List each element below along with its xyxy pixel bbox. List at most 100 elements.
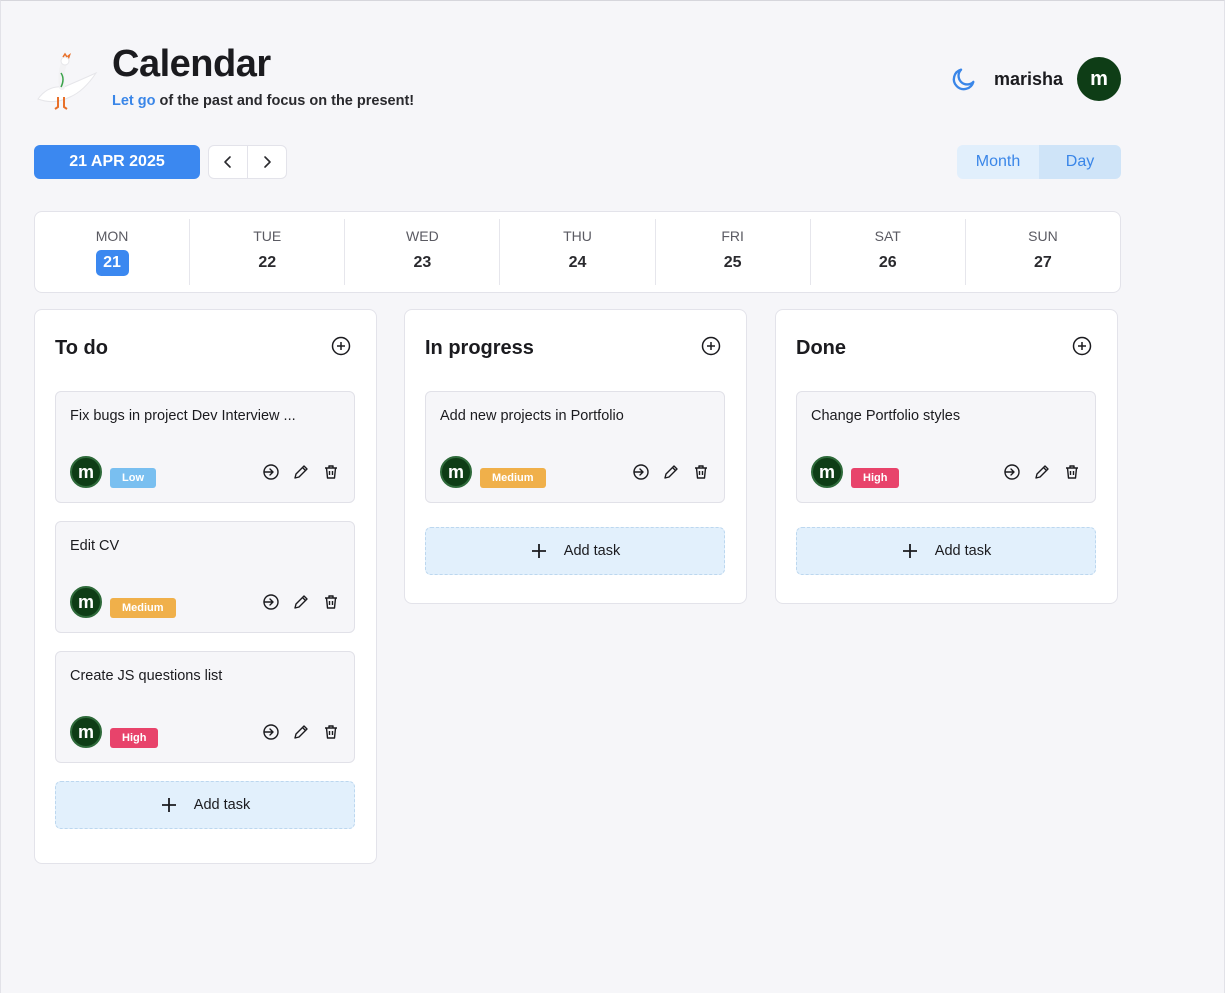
day-cell-thu[interactable]: THU 24	[499, 219, 654, 285]
priority-badge: High	[110, 728, 159, 748]
task-title: Add new projects in Portfolio	[440, 408, 624, 424]
trash-icon[interactable]	[322, 723, 340, 741]
pencil-icon[interactable]	[292, 463, 310, 481]
card-actions	[262, 593, 340, 611]
subtitle-accent: Let go	[112, 93, 156, 109]
task-card[interactable]: Fix bugs in project Dev Interview ... m …	[55, 391, 355, 503]
header: Calendar Let go of the past and focus on…	[34, 41, 1121, 121]
day-name: FRI	[721, 228, 744, 244]
trash-icon[interactable]	[692, 463, 710, 481]
goose-logo	[34, 51, 102, 113]
day-cell-fri[interactable]: FRI 25	[654, 219, 810, 285]
next-button[interactable]	[247, 146, 286, 178]
card-list: Change Portfolio styles m High Add task	[796, 391, 1096, 575]
day-number: 27	[1034, 254, 1052, 271]
task-title: Change Portfolio styles	[811, 408, 961, 424]
card-actions	[1003, 463, 1081, 481]
chevron-left-icon	[221, 155, 235, 169]
add-task-button[interactable]: Add task	[796, 527, 1096, 575]
add-task-label: Add task	[193, 797, 251, 813]
chevron-right-icon	[260, 155, 274, 169]
card-list: Fix bugs in project Dev Interview ... m …	[55, 391, 355, 829]
day-cell-sun[interactable]: SUN 27	[964, 219, 1120, 285]
move-icon[interactable]	[262, 593, 280, 611]
priority-badge: High	[851, 468, 900, 488]
day-cell-tue[interactable]: TUE 22	[189, 219, 344, 285]
task-card[interactable]: Add new projects in Portfolio m Medium	[425, 391, 725, 503]
move-icon[interactable]	[262, 463, 280, 481]
column-title: To do	[55, 337, 108, 359]
day-cell-mon[interactable]: MON 21	[35, 219, 189, 285]
column-done: Done Change Portfolio styles m High Add …	[775, 309, 1118, 604]
current-date-button[interactable]: 21 APR 2025	[34, 145, 200, 179]
add-task-button[interactable]: Add task	[55, 781, 355, 829]
priority-badge: Medium	[480, 468, 546, 488]
pencil-icon[interactable]	[292, 723, 310, 741]
avatar: m	[440, 456, 472, 488]
move-icon[interactable]	[1003, 463, 1021, 481]
card-actions	[262, 463, 340, 481]
plus-icon	[901, 542, 919, 560]
task-title: Create JS questions list	[70, 668, 223, 684]
column-title: Done	[796, 337, 846, 359]
trash-icon[interactable]	[322, 593, 340, 611]
day-cell-sat[interactable]: SAT 26	[809, 219, 965, 285]
task-card[interactable]: Edit CV m Medium	[55, 521, 355, 633]
day-name: MON	[95, 228, 129, 244]
view-month-button[interactable]: Month	[957, 145, 1039, 179]
user-area: marisha m	[950, 56, 1121, 102]
pencil-icon[interactable]	[292, 593, 310, 611]
task-card[interactable]: Change Portfolio styles m High	[796, 391, 1096, 503]
card-actions	[632, 463, 710, 481]
column-todo: To do Fix bugs in project Dev Interview …	[34, 309, 377, 864]
pencil-icon[interactable]	[662, 463, 680, 481]
column-title: In progress	[425, 337, 534, 359]
week-strip: MON 21 TUE 22 WED 23 THU 24 FRI 25 SAT 2…	[34, 211, 1121, 293]
add-circle-icon[interactable]	[1072, 336, 1092, 356]
day-number: 26	[878, 254, 897, 271]
day-name: WED	[406, 228, 439, 244]
avatar: m	[70, 586, 102, 618]
column-in-progress: In progress Add new projects in Portfoli…	[404, 309, 747, 604]
subtitle-text: of the past and focus on the present!	[159, 93, 415, 109]
add-task-label: Add task	[934, 543, 992, 559]
page-title: Calendar	[112, 43, 271, 85]
view-day-button[interactable]: Day	[1039, 145, 1121, 179]
page-subtitle: Let go of the past and focus on the pres…	[112, 93, 414, 109]
pencil-icon[interactable]	[1033, 463, 1051, 481]
day-number: 23	[413, 254, 432, 271]
move-icon[interactable]	[262, 723, 280, 741]
priority-badge: Low	[110, 468, 156, 488]
day-name: THU	[563, 228, 592, 244]
priority-badge: Medium	[110, 598, 176, 618]
plus-icon	[530, 542, 548, 560]
day-name: SAT	[874, 228, 901, 244]
card-actions	[262, 723, 340, 741]
trash-icon[interactable]	[1063, 463, 1081, 481]
add-task-button[interactable]: Add task	[425, 527, 725, 575]
moon-icon[interactable]	[950, 65, 978, 93]
move-icon[interactable]	[632, 463, 650, 481]
card-list: Add new projects in Portfolio m Medium A…	[425, 391, 725, 575]
day-number: 24	[568, 254, 587, 271]
plus-icon	[160, 796, 178, 814]
day-name: SUN	[1028, 228, 1058, 244]
avatar: m	[70, 456, 102, 488]
day-number: 21	[95, 250, 129, 276]
user-avatar[interactable]: m	[1077, 57, 1121, 101]
day-number: 25	[723, 254, 742, 271]
avatar: m	[811, 456, 843, 488]
prev-button[interactable]	[209, 146, 247, 178]
day-name: TUE	[253, 228, 282, 244]
add-circle-icon[interactable]	[701, 336, 721, 356]
task-title: Fix bugs in project Dev Interview ...	[70, 408, 296, 424]
trash-icon[interactable]	[322, 463, 340, 481]
task-card[interactable]: Create JS questions list m High	[55, 651, 355, 763]
add-task-label: Add task	[563, 543, 621, 559]
avatar: m	[70, 716, 102, 748]
username: marisha	[993, 68, 1063, 89]
day-cell-wed[interactable]: WED 23	[344, 219, 499, 285]
day-number: 22	[258, 254, 277, 271]
add-circle-icon[interactable]	[331, 336, 351, 356]
task-title: Edit CV	[70, 538, 120, 554]
